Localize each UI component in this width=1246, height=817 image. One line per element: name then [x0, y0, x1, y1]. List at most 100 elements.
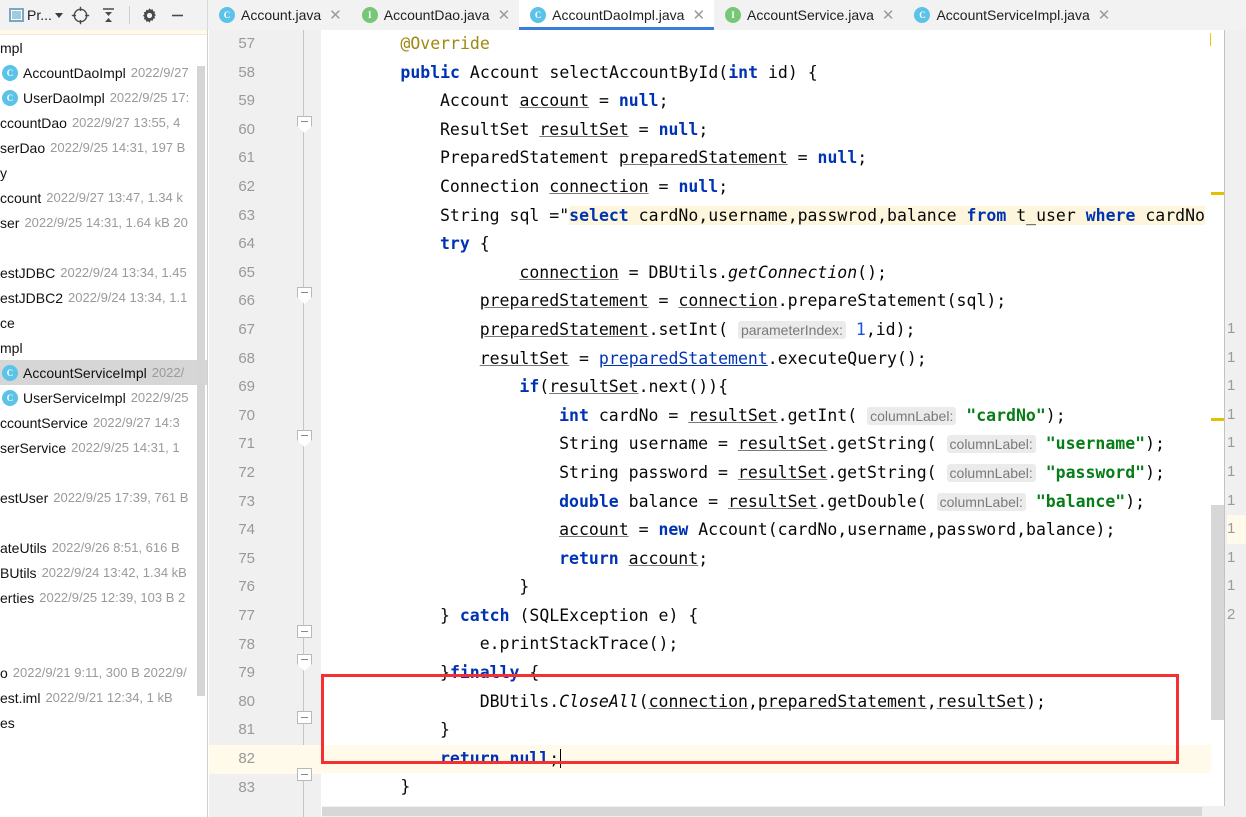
- code-line[interactable]: preparedStatement = connection.prepareSt…: [321, 287, 1246, 316]
- tab-accountservice-java[interactable]: I AccountService.java ✕: [714, 0, 904, 30]
- tree-item[interactable]: estJDBC2 2022/9/24 13:34, 1.1: [0, 285, 207, 310]
- tab-accountserviceimpl-java[interactable]: C AccountServiceImpl.java ✕: [903, 0, 1120, 30]
- tree-item[interactable]: [0, 635, 207, 660]
- code-line[interactable]: public Account selectAccountById(int id)…: [321, 59, 1246, 88]
- code-line[interactable]: try {: [321, 230, 1246, 259]
- settings-gear-icon[interactable]: [137, 3, 163, 27]
- locate-icon[interactable]: [68, 3, 94, 27]
- sidebar-scrollbar[interactable]: [197, 66, 205, 696]
- tree-item[interactable]: estUser 2022/9/25 17:39, 761 B: [0, 485, 207, 510]
- code-line[interactable]: resultSet = preparedStatement.executeQue…: [321, 345, 1246, 374]
- tree-item[interactable]: ccount 2022/9/27 13:47, 1.34 k: [0, 185, 207, 210]
- fold-marker-icon[interactable]: [297, 654, 312, 671]
- tree-item[interactable]: [0, 610, 207, 635]
- warning-marker[interactable]: [1211, 418, 1224, 421]
- tree-item[interactable]: es: [0, 710, 207, 735]
- code-line[interactable]: double balance = resultSet.getDouble( co…: [321, 488, 1246, 517]
- code-line[interactable]: return account;: [321, 545, 1246, 574]
- tab-account-java[interactable]: C Account.java ✕: [208, 0, 351, 30]
- code-line[interactable]: String username = resultSet.getString( c…: [321, 430, 1246, 459]
- fold-marker-icon[interactable]: [297, 116, 312, 133]
- tab-accountdaoimpl-java[interactable]: C AccountDaoImpl.java ✕: [519, 0, 715, 30]
- tree-item[interactable]: mpl: [0, 35, 207, 60]
- code-editor[interactable]: 57 58 59 60 61 62 63 64 65 66 67 68 69 70 71 72 73 74 75 76…: [209, 30, 1246, 817]
- fold-marker-icon[interactable]: [297, 430, 312, 447]
- tree-item[interactable]: y: [0, 160, 207, 185]
- tree-item-label: est.iml: [0, 689, 41, 706]
- tree-item[interactable]: serDao 2022/9/25 14:31, 197 B: [0, 135, 207, 160]
- java-interface-icon: I: [361, 7, 378, 23]
- code-line[interactable]: }: [321, 573, 1246, 602]
- tree-item-label: y: [0, 164, 7, 181]
- collapse-all-icon[interactable]: [96, 3, 122, 27]
- code-line[interactable]: preparedStatement.setInt( parameterIndex…: [321, 316, 1246, 345]
- sliver-line-number: 2: [1227, 606, 1236, 623]
- code-line[interactable]: if(resultSet.next()){: [321, 373, 1246, 402]
- tree-item[interactable]: est.iml 2022/9/21 12:34, 1 kB: [0, 685, 207, 710]
- code-line[interactable]: int cardNo = resultSet.getInt( columnLab…: [321, 402, 1246, 431]
- code-line[interactable]: } catch (SQLException e) {: [321, 602, 1246, 631]
- tree-item[interactable]: serService 2022/9/25 14:31, 1: [0, 435, 207, 460]
- tree-item[interactable]: ccountService 2022/9/27 14:3: [0, 410, 207, 435]
- code-line[interactable]: Account account = null;: [321, 87, 1246, 116]
- tree-item[interactable]: C UserServiceImpl 2022/9/25: [0, 385, 207, 410]
- fold-marker-icon[interactable]: [297, 768, 312, 781]
- tab-accountdao-java[interactable]: I AccountDao.java ✕: [350, 0, 520, 30]
- chevron-down-icon[interactable]: [54, 12, 63, 18]
- tree-item-meta: 2022/9/26 8:51, 616 B: [51, 540, 180, 555]
- warning-marker[interactable]: [1211, 192, 1224, 195]
- code-line[interactable]: ResultSet resultSet = null;: [321, 116, 1246, 145]
- tree-item[interactable]: C AccountDaoImpl 2022/9/27: [0, 60, 207, 85]
- tree-item[interactable]: C UserDaoImpl 2022/9/25 17:: [0, 85, 207, 110]
- tree-item[interactable]: C AccountServiceImpl 2022/: [0, 360, 207, 385]
- code-line[interactable]: }: [321, 716, 1246, 745]
- close-icon[interactable]: ✕: [329, 8, 342, 23]
- code-text-area[interactable]: @Override public Account selectAccountByI…: [321, 30, 1246, 817]
- line-number: 63: [238, 206, 255, 224]
- tree-item[interactable]: estJDBC 2022/9/24 13:34, 1.45: [0, 260, 207, 285]
- tree-item[interactable]: erties 2022/9/25 12:39, 103 B 2: [0, 585, 207, 610]
- tree-item[interactable]: [0, 235, 207, 260]
- code-line[interactable]: String password = resultSet.getString( c…: [321, 459, 1246, 488]
- code-line[interactable]: }: [321, 773, 1246, 802]
- editor-vertical-scrollbar[interactable]: [1211, 505, 1224, 720]
- tree-item[interactable]: [0, 510, 207, 535]
- scrollbar-thumb[interactable]: [322, 807, 1202, 816]
- close-icon[interactable]: ✕: [498, 8, 511, 23]
- project-tree-panel[interactable]: mpl C AccountDaoImpl 2022/9/27 C UserDaoImpl 2…: [0, 30, 208, 817]
- tree-item-label: serDao: [0, 139, 46, 156]
- tree-item[interactable]: ce: [0, 310, 207, 335]
- tree-item[interactable]: mpl: [0, 335, 207, 360]
- code-line[interactable]: return null;: [321, 744, 1246, 774]
- tree-item[interactable]: o 2022/9/21 9:11, 300 B 2022/9/: [0, 660, 207, 685]
- sliver-line-number: 1: [1227, 577, 1236, 595]
- code-line[interactable]: PreparedStatement preparedStatement = nu…: [321, 144, 1246, 173]
- editor-horizontal-scrollbar[interactable]: [322, 806, 1227, 817]
- code-line[interactable]: e.printStackTrace();: [321, 630, 1246, 659]
- line-number: 57: [238, 35, 255, 52]
- line-number: 72: [238, 464, 255, 481]
- tree-item[interactable]: ateUtils 2022/9/26 8:51, 616 B: [0, 535, 207, 560]
- code-line[interactable]: Connection connection = null;: [321, 173, 1246, 202]
- close-icon[interactable]: ✕: [692, 8, 705, 23]
- project-tree[interactable]: mpl C AccountDaoImpl 2022/9/27 C UserDaoImpl 2…: [0, 35, 207, 735]
- fold-marker-icon[interactable]: [297, 625, 312, 638]
- tree-item[interactable]: [0, 460, 207, 485]
- close-icon[interactable]: ✕: [1098, 8, 1111, 23]
- fold-marker-icon[interactable]: [297, 711, 312, 724]
- code-line[interactable]: account = new Account(cardNo,username,pa…: [321, 516, 1246, 545]
- tree-item[interactable]: BUtils 2022/9/24 13:42, 1.34 kB: [0, 560, 207, 585]
- code-line[interactable]: }finally {: [321, 659, 1246, 688]
- code-line[interactable]: String sql ="select cardNo,username,pass…: [321, 202, 1246, 231]
- code-line[interactable]: connection = DBUtils.getConnection();: [321, 259, 1246, 288]
- tree-item[interactable]: ser 2022/9/25 14:31, 1.64 kB 20: [0, 210, 207, 235]
- code-line[interactable]: @Override: [321, 30, 1246, 59]
- project-panel-button[interactable]: Pr...: [6, 3, 66, 27]
- code-line[interactable]: DBUtils.CloseAll(connection,preparedStat…: [321, 688, 1246, 717]
- hide-icon[interactable]: [165, 3, 191, 27]
- tree-item[interactable]: ccountDao 2022/9/27 13:55, 4: [0, 110, 207, 135]
- close-icon[interactable]: ✕: [882, 8, 895, 23]
- fold-marker-icon[interactable]: [297, 287, 312, 304]
- tree-item-label: UserDaoImpl: [23, 89, 105, 106]
- split-editor-sliver[interactable]: 1 1 1 1 1 1 1 1 1 1 2: [1224, 30, 1246, 817]
